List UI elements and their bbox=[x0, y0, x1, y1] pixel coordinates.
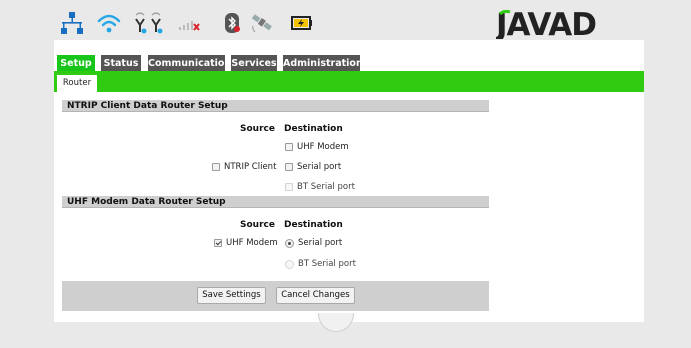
uhf-source-label: UHF Modem bbox=[226, 238, 278, 248]
cancel-changes-button[interactable]: Cancel Changes bbox=[276, 287, 355, 304]
ntrip-dest-uhf-modem[interactable]: UHF Modem bbox=[285, 142, 349, 152]
checkbox[interactable] bbox=[285, 143, 293, 151]
uhf-dest-serial-port[interactable]: Serial port bbox=[285, 238, 342, 248]
battery-charging-icon[interactable] bbox=[289, 10, 315, 36]
save-settings-button[interactable]: Save Settings bbox=[197, 287, 266, 304]
checkbox[interactable] bbox=[285, 163, 293, 171]
radio-selected[interactable] bbox=[285, 238, 294, 248]
javad-logo: JAVAD bbox=[496, 9, 597, 39]
tab-setup[interactable]: Setup bbox=[57, 55, 95, 72]
ntrip-dest-serial-port-label: Serial port bbox=[297, 162, 342, 172]
ntrip-dest-uhf-modem-label: UHF Modem bbox=[297, 142, 349, 152]
uhf-section-title: UHF Modem Data Router Setup bbox=[62, 196, 489, 208]
ntrip-dest-bt-serial-port: BT Serial port bbox=[285, 182, 355, 192]
subtab-router[interactable]: Router bbox=[57, 75, 97, 92]
ntrip-dest-serial-port[interactable]: Serial port bbox=[285, 162, 341, 172]
uhf-dest-bt-serial-port: BT Serial port bbox=[285, 259, 356, 269]
ntrip-dest-bt-serial-port-label: BT Serial port bbox=[297, 182, 355, 192]
bluetooth-icon[interactable] bbox=[219, 10, 245, 36]
scroll-handle[interactable] bbox=[318, 313, 354, 332]
radio-antennas-icon[interactable] bbox=[133, 10, 163, 36]
tab-status[interactable]: Status bbox=[101, 55, 141, 72]
checkbox[interactable] bbox=[212, 163, 220, 171]
tab-communication[interactable]: Communication bbox=[148, 55, 231, 72]
ntrip-section-title: NTRIP Client Data Router Setup bbox=[62, 100, 489, 112]
wifi-icon[interactable] bbox=[96, 10, 122, 36]
button-bar: Save Settings Cancel Changes bbox=[62, 281, 489, 311]
network-icon[interactable] bbox=[59, 10, 85, 36]
checkbox bbox=[285, 183, 293, 191]
uhf-source-header: Source bbox=[240, 220, 275, 230]
uhf-dest-serial-port-label: Serial port bbox=[298, 238, 343, 248]
subtab-bar bbox=[54, 71, 644, 92]
ntrip-source-label: NTRIP Client bbox=[224, 162, 277, 172]
tab-services[interactable]: Services bbox=[231, 55, 277, 72]
radio bbox=[285, 259, 294, 269]
checkbox-checked[interactable] bbox=[214, 239, 222, 247]
uhf-destination-header: Destination bbox=[284, 220, 343, 230]
tab-administration[interactable]: Administration bbox=[283, 55, 363, 72]
ntrip-source-ntrip-client[interactable]: NTRIP Client bbox=[212, 162, 276, 172]
ntrip-source-header: Source bbox=[240, 124, 275, 134]
uhf-dest-bt-serial-port-label: BT Serial port bbox=[298, 259, 356, 269]
signal-bars-no-service-icon[interactable] bbox=[176, 10, 202, 36]
svg-text:JAVAD: JAVAD bbox=[496, 9, 596, 39]
satellite-icon[interactable] bbox=[247, 10, 277, 36]
page: JAVAD Setup Status Communication Service… bbox=[0, 0, 691, 348]
ntrip-destination-header: Destination bbox=[284, 124, 343, 134]
uhf-source-uhf-modem[interactable]: UHF Modem bbox=[214, 238, 278, 248]
